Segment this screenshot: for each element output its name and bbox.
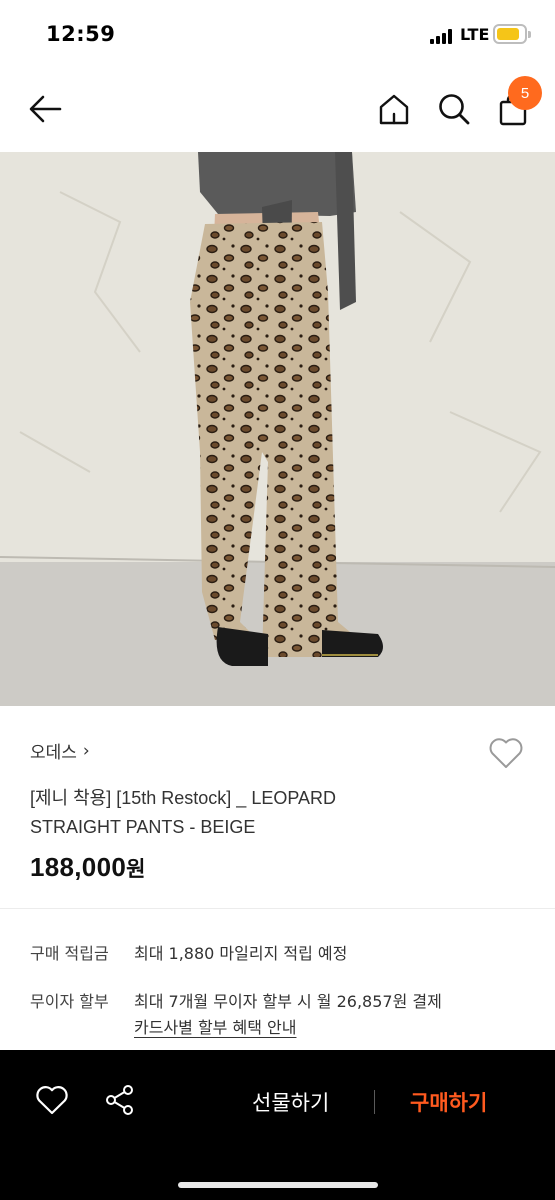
separator — [374, 1090, 375, 1114]
installment-label: 무이자 할부 — [30, 992, 109, 1011]
status-time: 12:59 — [46, 22, 116, 46]
price-currency: 원 — [126, 857, 146, 881]
points-row: 구매 적립금 최대 1,880 마일리지 적립 예정 — [30, 940, 347, 964]
status-bar: 12:59 LTE — [0, 0, 555, 68]
heart-icon[interactable] — [488, 736, 524, 770]
home-indicator[interactable] — [178, 1182, 378, 1188]
signal-icon — [430, 28, 456, 44]
heart-icon[interactable] — [35, 1084, 69, 1116]
bottom-action-bar: 선물하기 구매하기 — [0, 1050, 555, 1200]
top-nav — [0, 68, 555, 152]
home-icon[interactable] — [377, 92, 411, 126]
points-value: 최대 1,880 마일리지 적립 예정 — [134, 944, 348, 963]
battery-icon — [493, 24, 531, 44]
buy-button[interactable]: 구매하기 — [410, 1087, 487, 1117]
cart-count-badge[interactable]: 5 — [508, 76, 542, 110]
price-amount: 188,000 — [30, 852, 127, 882]
share-icon[interactable] — [104, 1083, 136, 1117]
divider — [0, 908, 555, 909]
chevron-right-icon: › — [82, 740, 90, 761]
gift-button[interactable]: 선물하기 — [252, 1087, 329, 1117]
brand-name: 오데스 — [30, 743, 77, 763]
points-label: 구매 적립금 — [30, 944, 109, 963]
brand-link[interactable]: 오데스 › — [30, 738, 90, 764]
search-icon[interactable] — [437, 92, 471, 126]
installment-row: 무이자 할부 최대 7개월 무이자 할부 시 월 26,857원 결제 — [30, 988, 442, 1012]
product-photo[interactable] — [0, 152, 555, 706]
card-benefit-link[interactable]: 카드사별 할부 혜택 안내 — [134, 1014, 296, 1038]
network-type: LTE — [460, 25, 490, 44]
installment-value: 최대 7개월 무이자 할부 시 월 26,857원 결제 — [134, 992, 442, 1011]
back-arrow-icon[interactable] — [28, 92, 62, 126]
product-title: [제니 착용] [15th Restock] _ LEOPARD STRAIGH… — [30, 788, 337, 837]
product-price: 188,000원 — [30, 852, 146, 883]
